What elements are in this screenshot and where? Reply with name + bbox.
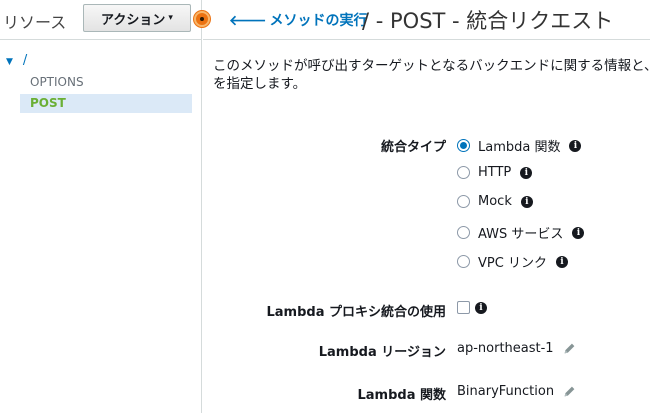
radio-option-http[interactable]: HTTP i: [457, 165, 533, 180]
radio-button[interactable]: [457, 226, 470, 239]
radio-button[interactable]: [457, 195, 470, 208]
caret-down-icon: ▾: [168, 13, 173, 23]
radio-label: VPC リンク: [478, 256, 547, 271]
resource-header: リソース アクション ▾: [0, 0, 202, 40]
lambda-function-value: BinaryFunction: [457, 384, 555, 399]
description: このメソッドが呼び出すターゲットとなるバックエンドに関する情報と、統合リクエスト…: [213, 57, 650, 93]
radio-option-lambda[interactable]: Lambda 関数 i: [457, 136, 582, 155]
expand-triangle-icon[interactable]: ▼: [6, 57, 13, 67]
lambda-function-value-row: BinaryFunction: [457, 384, 576, 399]
actions-button[interactable]: アクション ▾: [83, 4, 191, 32]
radio-label: Lambda 関数: [478, 140, 561, 155]
info-icon[interactable]: i: [569, 139, 582, 152]
pencil-icon[interactable]: [563, 385, 576, 398]
lambda-region-value: ap-northeast-1: [457, 341, 554, 356]
radio-option-aws-service[interactable]: AWS サービス i: [457, 223, 585, 242]
page-title: / - POST - 統合リクエスト: [362, 9, 614, 33]
integration-type-label: 統合タイプ: [380, 140, 446, 155]
lambda-function-label: Lambda 関数: [357, 388, 446, 403]
radio-option-mock[interactable]: Mock i: [457, 194, 533, 209]
info-icon[interactable]: i: [572, 226, 585, 239]
lambda-proxy-checkbox[interactable]: [457, 301, 470, 314]
pencil-icon[interactable]: [563, 342, 576, 355]
back-link[interactable]: 🡐 メソッドの実行: [229, 10, 368, 30]
radio-button[interactable]: [457, 255, 470, 268]
radio-label: Mock: [478, 194, 512, 209]
info-icon[interactable]: i: [520, 195, 533, 208]
tree-root[interactable]: ▼ /: [6, 53, 27, 68]
radio-label: HTTP: [478, 165, 512, 180]
lambda-region-label: Lambda リージョン: [318, 345, 446, 360]
radio-option-vpc-link[interactable]: VPC リンク i: [457, 252, 568, 271]
actions-button-label: アクション: [101, 12, 166, 28]
radio-label: AWS サービス: [478, 227, 564, 242]
lambda-proxy-label: Lambda プロキシ統合の使用: [266, 305, 446, 320]
radio-button[interactable]: [457, 139, 470, 152]
tree-item-options[interactable]: OPTIONS: [20, 73, 192, 92]
radio-button[interactable]: [457, 166, 470, 179]
resource-panel: リソース アクション ▾ ▼ / OPTIONS POST: [0, 0, 202, 413]
top-bar: 🡐 メソッドの実行 / - POST - 統合リクエスト: [203, 0, 650, 40]
description-line-2: を指定します。: [213, 76, 307, 92]
arrow-left-icon: 🡐: [229, 12, 267, 29]
info-icon[interactable]: i: [520, 166, 533, 179]
info-icon[interactable]: i: [475, 302, 487, 314]
back-link-label: メソッドの実行: [269, 13, 368, 29]
resource-title: リソース: [3, 13, 67, 32]
lambda-region-value-row: ap-northeast-1: [457, 341, 576, 356]
description-line-1: このメソッドが呼び出すターゲットとなるバックエンドに関する情報と、統合リクエスト…: [213, 58, 650, 74]
tree-root-label: /: [22, 53, 28, 68]
tree-item-post[interactable]: POST: [20, 94, 192, 113]
info-icon[interactable]: i: [555, 255, 568, 268]
